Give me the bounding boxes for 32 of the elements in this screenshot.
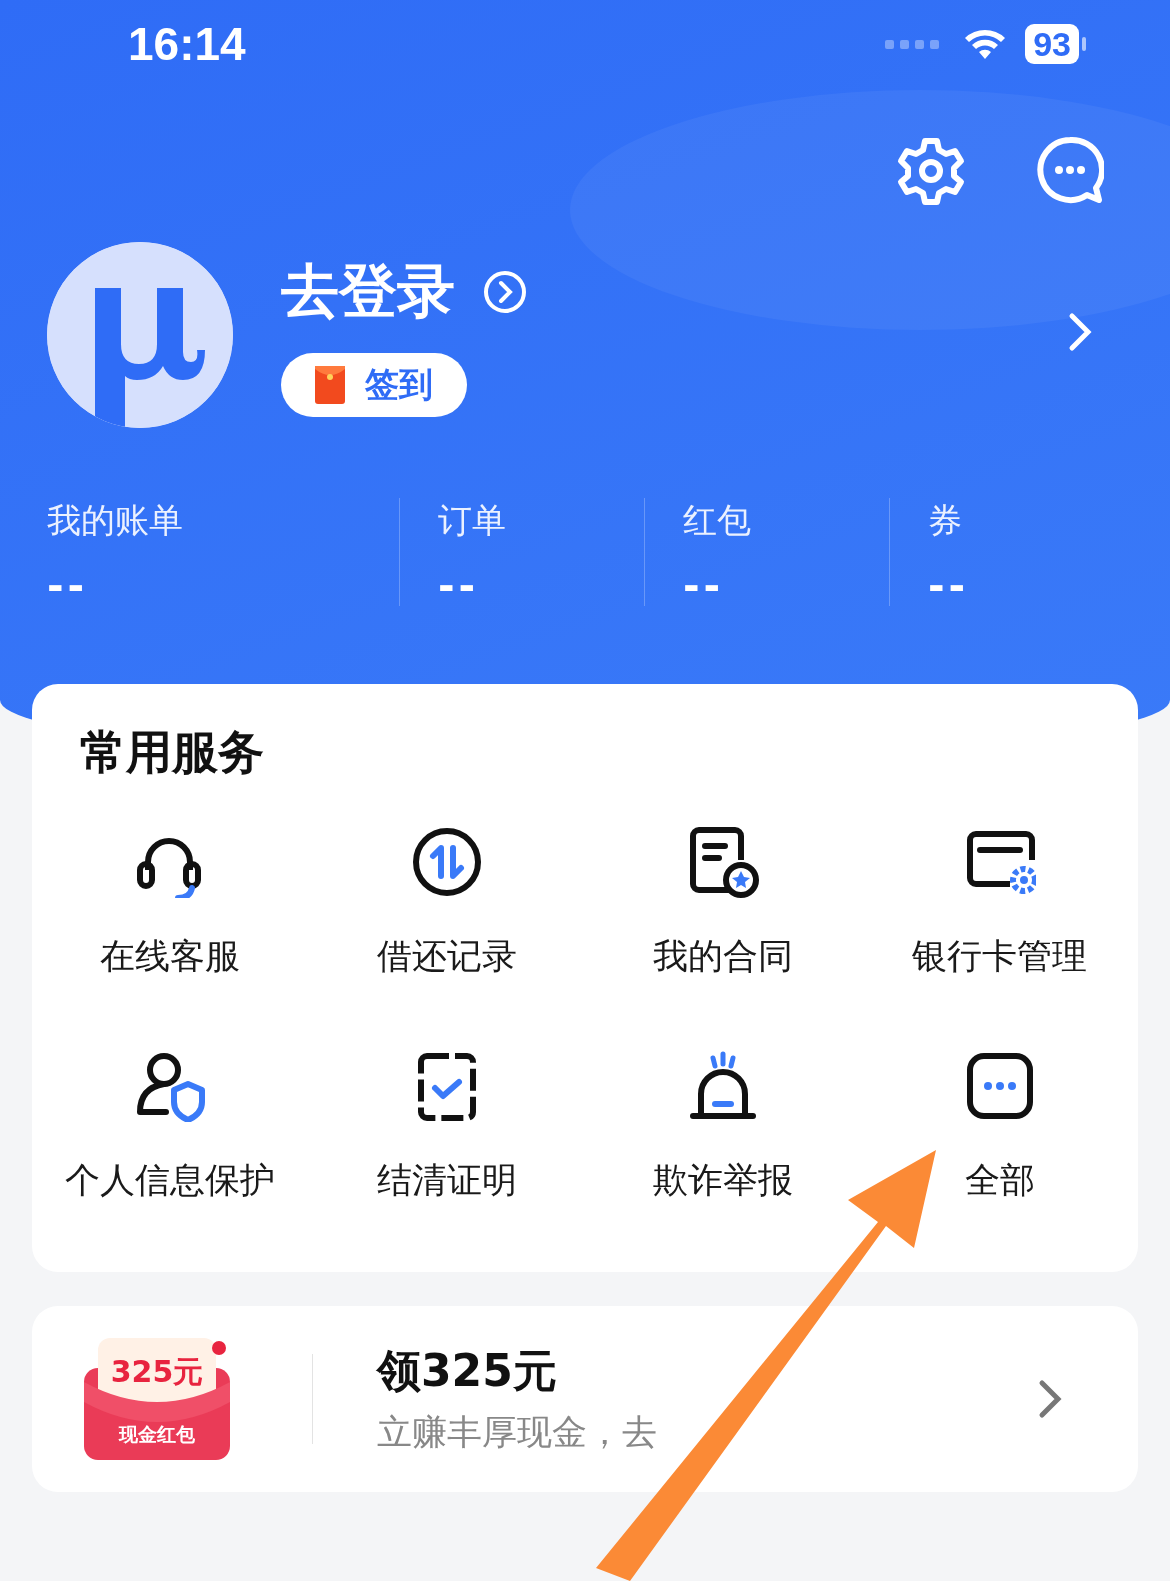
- settings-icon[interactable]: [896, 136, 966, 206]
- document-star-icon: [687, 826, 760, 898]
- chevron-right-icon[interactable]: [1038, 1379, 1062, 1419]
- service-item[interactable]: 我的合同: [585, 826, 862, 978]
- stat-value: --: [438, 566, 481, 606]
- section-title: 常用服务: [79, 724, 265, 781]
- person-shield-icon: [134, 1050, 207, 1122]
- message-icon[interactable]: [1036, 136, 1104, 204]
- arrows-circle-icon: [410, 826, 483, 898]
- stat-value: --: [928, 566, 970, 606]
- stat-label: 我的账单: [47, 499, 184, 542]
- stat-value: --: [47, 566, 90, 606]
- signal-icon: [885, 39, 940, 49]
- stat-label: 订单: [438, 499, 507, 542]
- service-item[interactable]: 在线客服: [32, 826, 309, 978]
- checkin-button[interactable]: 签到: [281, 353, 467, 417]
- service-item[interactable]: 银行卡管理: [861, 826, 1138, 978]
- service-item[interactable]: 借还记录: [308, 826, 585, 978]
- chevron-circle-icon: [483, 270, 527, 314]
- service-item[interactable]: 个人信息保护: [32, 1050, 309, 1202]
- envelope-icon: [315, 366, 345, 404]
- stat-value: --: [683, 566, 726, 606]
- promo-title: 领325元: [377, 1344, 558, 1398]
- stat-label: 红包: [683, 499, 752, 542]
- service-item[interactable]: 全部: [861, 1050, 1138, 1202]
- status-time: 16:14: [128, 17, 247, 71]
- avatar-logo[interactable]: [47, 242, 233, 428]
- service-item[interactable]: 结清证明: [308, 1050, 585, 1202]
- service-item[interactable]: 欺诈举报: [585, 1050, 862, 1202]
- stat-label: 券: [928, 499, 963, 542]
- promo-subtitle: 立赚丰厚现金，去: [377, 1411, 658, 1454]
- login-link[interactable]: 去登录: [281, 253, 527, 331]
